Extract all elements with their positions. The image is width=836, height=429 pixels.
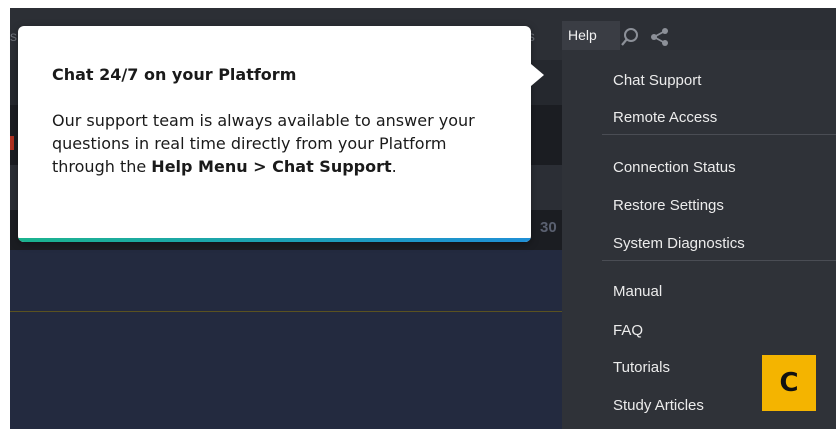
tooltip-body-bold: Help Menu > Chat Support [151, 157, 392, 176]
tooltip-body: Our support team is always available to … [52, 109, 502, 178]
status-marker [10, 136, 14, 150]
menu-item-system-diagnostics[interactable]: System Diagnostics [613, 235, 745, 252]
menu-item-chat-support[interactable]: Chat Support [613, 72, 701, 89]
chart-level-line [10, 311, 565, 312]
tooltip-accent-bar [18, 238, 531, 242]
share-icon[interactable] [650, 27, 670, 51]
menu-item-faq[interactable]: FAQ [613, 322, 643, 339]
tooltip-title: Chat 24/7 on your Platform [52, 65, 297, 84]
menu-divider [602, 134, 836, 135]
step-badge: C [762, 355, 816, 411]
tooltip-arrow [531, 64, 544, 86]
partial-value: 30 [540, 219, 557, 236]
menu-item-restore-settings[interactable]: Restore Settings [613, 197, 724, 214]
chart-area [10, 250, 565, 429]
menu-item-partial-left[interactable]: s [10, 28, 17, 44]
tooltip-body-end: . [391, 157, 397, 176]
menu-item-tutorials[interactable]: Tutorials [613, 359, 670, 376]
menu-item-manual[interactable]: Manual [613, 283, 662, 300]
menu-item-remote-access[interactable]: Remote Access [613, 109, 717, 126]
menu-item-study-articles[interactable]: Study Articles [613, 397, 704, 414]
menu-item-connection-status[interactable]: Connection Status [613, 159, 736, 176]
chat-support-tooltip: Chat 24/7 on your Platform Our support t… [18, 26, 531, 242]
search-icon[interactable] [620, 27, 640, 51]
help-menu-label: Help [568, 27, 597, 43]
menu-divider [602, 260, 836, 261]
